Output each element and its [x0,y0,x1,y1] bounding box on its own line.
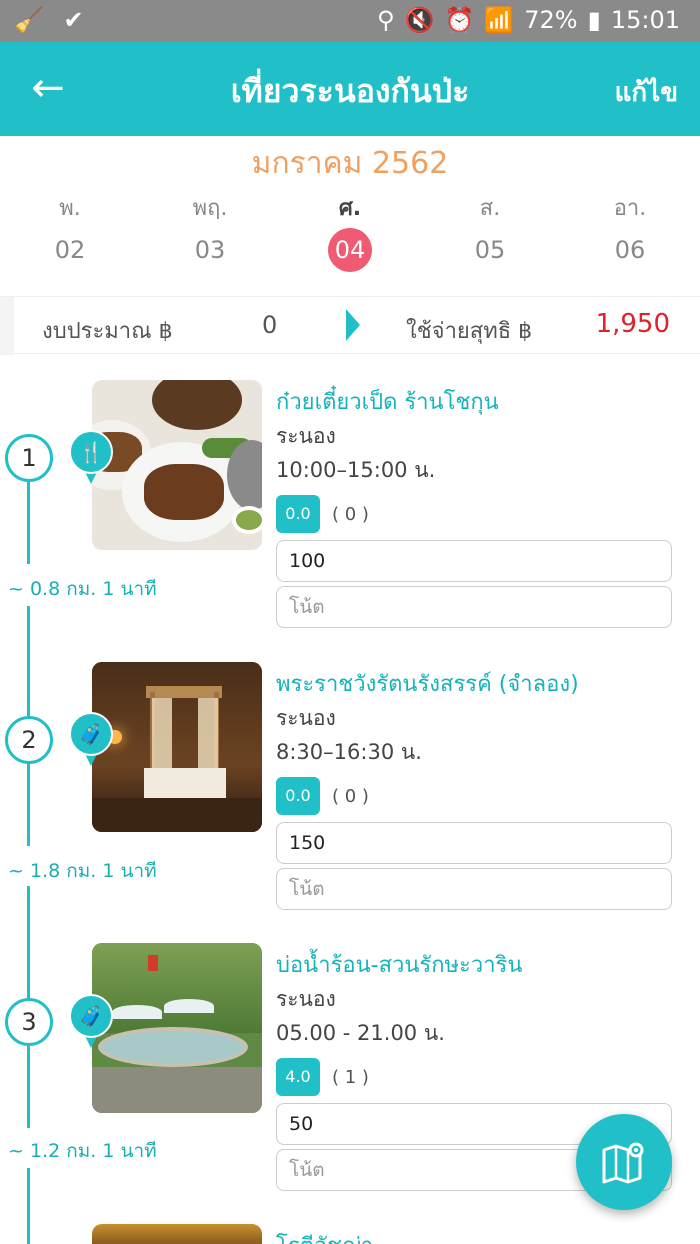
timeline-line [27,1044,30,1128]
timeline-line [27,762,30,846]
edit-button[interactable]: แก้ไข [615,72,678,113]
place-name[interactable]: บ่อน้ำร้อน-สวนรักษะวาริน [276,947,676,981]
timeline-line [27,480,30,564]
place-hours: 05.00 - 21.00 น. [276,1021,445,1045]
rating-count: ( 0 ) [332,785,369,807]
app-header: ← เที่ยวระนองกันป่ะ แก้ไข [0,42,700,136]
cost-input[interactable] [276,540,672,582]
day-name: พ. [59,196,81,221]
month-label: มกราคม 2562 [251,146,449,181]
day-name: ศ. [338,196,362,221]
budget-value[interactable]: 0 [262,311,277,339]
rating-badge: 0.0 [276,495,320,533]
spent-label: ใช้จ่ายสุทธิ ฿ [406,319,533,344]
luggage-icon: 🧳 [69,712,113,770]
note-input[interactable] [276,586,672,628]
budget-side-strip [0,297,14,355]
stop-number: 1 [5,434,53,482]
place-name[interactable]: โรตีอัชฌ่า [276,1228,676,1244]
day-item[interactable]: อา. 06 [580,190,680,272]
stop-number: 2 [5,716,53,764]
trip-title: เที่ยวระนองกันป่ะ [230,72,470,110]
place-photo[interactable] [92,943,262,1113]
day-name: พฤ. [192,196,228,221]
rating-count: ( 0 ) [332,503,369,525]
status-bar: 🧹 ✔ ⚲ 🔇 ⏰ 📶 72% ▮ 15:01 [0,0,700,42]
day-number: 05 [474,236,506,264]
place-name[interactable]: พระราชวังรัตนรังสรรค์ (จำลอง) [276,666,676,700]
stop-number: 3 [5,998,53,1046]
day-item[interactable]: พ. 02 [20,190,120,272]
arrow-right-icon [346,309,360,341]
day-number: 04 [328,228,372,272]
place-province: ระนอง [276,987,336,1011]
wifi-icon: 📶 [484,6,515,34]
day-name: ส. [479,196,501,221]
place-photo[interactable] [92,380,262,550]
notification-icons: 🧹 ✔ [14,6,90,34]
place-province: ระนอง [276,424,336,448]
place-hours: 8:30–16:30 น. [276,740,422,764]
rating-row: 0.0 ( 0 ) [276,774,676,818]
day-item[interactable]: พฤ. 03 [160,190,260,272]
travel-distance: ~ 1.2 กม. 1 นาที [8,1140,157,1162]
map-icon [602,1142,644,1184]
travel-distance: ~ 1.8 กม. 1 นาที [8,860,157,882]
cost-input[interactable] [276,822,672,864]
day-number: 02 [54,236,86,264]
spent-value: 1,950 [595,309,670,339]
place-photo[interactable] [92,1224,262,1244]
day-number: 06 [614,236,646,264]
place-card: ก๋วยเตี๋ยวเป็ด ร้านโชกุน ระนอง 10:00–15:… [276,384,676,628]
day-name: อา. [613,196,647,221]
timeline-line [27,1168,30,1244]
rating-row: 0.0 ( 0 ) [276,492,676,536]
rating-badge: 4.0 [276,1058,320,1096]
place-card: พระราชวังรัตนรังสรรค์ (จำลอง) ระนอง 8:30… [276,666,676,910]
restaurant-icon: 🍴 [69,430,113,488]
luggage-icon: 🧳 [69,994,113,1052]
rating-row: 4.0 ( 1 ) [276,1055,676,1099]
place-card: โรตีอัชฌ่า [276,1228,676,1244]
rating-badge: 0.0 [276,777,320,815]
place-hours: 10:00–15:00 น. [276,458,436,482]
note-input[interactable] [276,868,672,910]
alarm-icon: ⏰ [444,6,475,34]
day-item-selected[interactable]: ศ. 04 [300,190,400,272]
location-icon: ⚲ [377,6,395,34]
battery-percent: 72% [524,6,578,34]
day-item[interactable]: ส. 05 [440,190,540,272]
clock: 15:01 [610,6,680,34]
map-view-button[interactable] [576,1114,672,1210]
timeline-line [27,606,30,716]
place-photo[interactable] [92,662,262,832]
budget-label: งบประมาณ ฿ [42,319,173,344]
status-icons: ⚲ 🔇 ⏰ 📶 72% ▮ 15:01 [377,6,680,34]
timeline-line [27,886,30,998]
budget-bar: งบประมาณ ฿ 0 ใช้จ่ายสุทธิ ฿ 1,950 [0,296,700,355]
day-number: 03 [194,236,226,264]
mute-icon: 🔇 [404,6,435,34]
rating-count: ( 1 ) [332,1066,369,1088]
place-province: ระนอง [276,706,336,730]
place-name[interactable]: ก๋วยเตี๋ยวเป็ด ร้านโชกุน [276,384,676,418]
travel-distance: ~ 0.8 กม. 1 นาที [8,578,157,600]
battery-icon: ▮ [587,6,601,34]
day-selector: พ. 02 พฤ. 03 ศ. 04 ส. 05 อา. 06 [0,190,700,280]
